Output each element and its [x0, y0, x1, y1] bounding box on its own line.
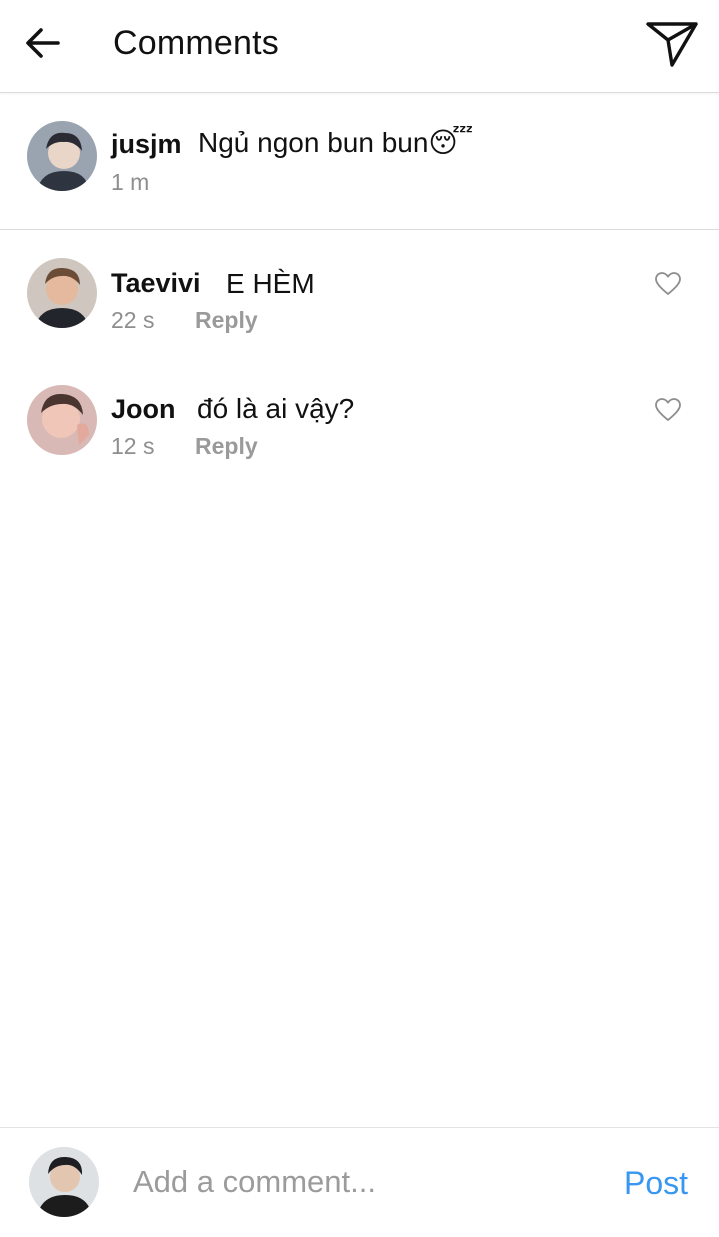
caption-timestamp: 1 m [111, 169, 150, 195]
avatar-photo [27, 385, 97, 455]
avatar-photo [29, 1147, 99, 1217]
avatar-photo [27, 121, 97, 191]
post-button[interactable]: Post [624, 1165, 688, 1202]
comment-timestamp: 22 s [111, 307, 155, 333]
avatar[interactable] [27, 121, 97, 191]
paper-plane-icon [646, 22, 698, 67]
post-caption: jusjm Ngủ ngon bun bun😴 1 m [0, 93, 719, 230]
avatar[interactable] [27, 385, 97, 455]
comment-input[interactable] [133, 1162, 603, 1202]
top-bar: Comments [0, 0, 719, 93]
share-button[interactable] [644, 18, 700, 70]
page-title: Comments [113, 24, 279, 62]
like-button[interactable] [654, 271, 682, 297]
arrow-left-icon [26, 28, 60, 58]
comment-composer: Post [0, 1127, 719, 1237]
comment-username[interactable]: Taevivi [111, 268, 201, 299]
comment-username[interactable]: Joon [111, 394, 176, 425]
avatar-photo [27, 258, 97, 328]
like-button[interactable] [654, 397, 682, 423]
back-button[interactable] [22, 22, 64, 64]
reply-button[interactable]: Reply [195, 307, 258, 334]
comment-timestamp: 12 s [111, 433, 155, 459]
reply-button[interactable]: Reply [195, 433, 258, 460]
caption-text: Ngủ ngon bun bun😴 [198, 127, 474, 158]
current-user-avatar [29, 1147, 99, 1217]
avatar[interactable] [27, 258, 97, 328]
heart-outline-icon [655, 272, 681, 295]
comment-text: đó là ai vậy? [197, 393, 355, 424]
caption-username[interactable]: jusjm [111, 129, 182, 160]
heart-outline-icon [655, 398, 681, 421]
comment-text: E HÈM [226, 268, 315, 299]
